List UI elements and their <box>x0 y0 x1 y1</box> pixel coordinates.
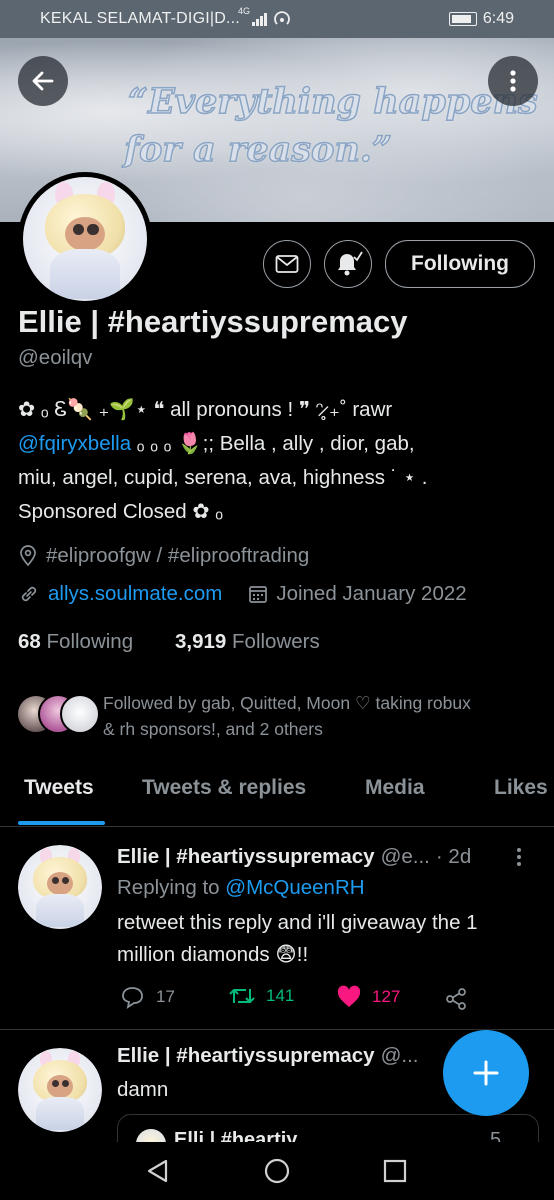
square-recents-icon <box>383 1159 407 1183</box>
link-icon <box>21 586 37 602</box>
back-button[interactable] <box>18 56 68 106</box>
banner-quote-line1: “Everything happens <box>127 80 538 123</box>
tweet-author-avatar[interactable] <box>18 1048 102 1132</box>
calendar-icon <box>249 586 268 603</box>
bio-line-1: ✿ ₒ Ꮛ🍡 ₊🌱⋆ ❝ all pronouns ! ❞ ᵔ̷̥̥̥ ₊˚ r… <box>18 398 393 421</box>
profile-avatar[interactable] <box>18 172 152 306</box>
battery-icon <box>448 12 477 26</box>
bio-line-2: @fqiryxbella ₒ ₒ ₒ 🌷;; Bella , ally , di… <box>18 432 415 455</box>
tweet-text: retweet this reply and i'll giveaway the… <box>117 911 478 966</box>
retweet-icon <box>229 989 255 1003</box>
tweet-time: · 2d <box>435 845 472 868</box>
status-right: 6:49 <box>448 10 514 28</box>
quoted-tweet[interactable]: Elli | #heartiy 5 <box>117 1114 539 1142</box>
envelope-icon <box>275 255 299 273</box>
carrier-text: KEKAL SELAMAT-DIGI|D... <box>40 10 240 27</box>
signal-icon <box>252 12 268 31</box>
tweet-author-avatar[interactable] <box>18 845 102 929</box>
nav-home-button[interactable] <box>264 1158 290 1189</box>
retweet-count: 141 <box>266 986 295 1005</box>
retweet-action[interactable]: 141 <box>228 985 294 1007</box>
avatar-image <box>23 177 147 301</box>
nav-back-button[interactable] <box>145 1158 171 1189</box>
status-bar: KEKAL SELAMAT-DIGI|D... 4G 6:49 <box>0 0 554 38</box>
profile-tabs: Tweets Tweets & replies Media Likes <box>0 766 554 827</box>
hotspot-icon <box>272 9 292 34</box>
tweet-header: Ellie | #heartiyssupremacy @... <box>117 1044 418 1068</box>
replying-to-link[interactable]: @McQueenRH <box>225 876 364 899</box>
followers-label: Followers <box>232 630 320 653</box>
profile-bio: ✿ ₒ Ꮛ🍡 ₊🌱⋆ ❝ all pronouns ! ❞ ᵔ̷̥̥̥ ₊˚ r… <box>18 393 538 529</box>
reply-count: 17 <box>156 987 175 1006</box>
following-count: 68 <box>18 630 41 653</box>
active-tab-indicator <box>18 821 105 825</box>
profile-handle: @eoilqv <box>18 346 93 369</box>
tweet-author-handle: @... <box>380 1044 419 1067</box>
notifications-button[interactable] <box>324 240 372 288</box>
bio-line-4: Sponsored Closed ✿ ₒ <box>18 500 223 523</box>
tab-tweets[interactable]: Tweets <box>24 776 94 800</box>
bio-mention-link[interactable]: @fqiryxbella <box>18 432 131 455</box>
tweet-item[interactable]: Ellie | #heartiyssupremacy @e... · 2d Re… <box>0 827 554 1029</box>
share-button[interactable] <box>444 987 468 1016</box>
followers-count: 3,919 <box>175 630 227 653</box>
followers-count-link[interactable]: 3,919 Followers <box>175 630 320 654</box>
like-count: 127 <box>372 987 401 1006</box>
share-icon <box>446 988 466 1010</box>
plus-icon <box>473 1060 499 1086</box>
bell-check-icon <box>338 251 363 276</box>
more-options-button[interactable] <box>488 56 538 106</box>
profile-location: #eliproofgw / #eliprooftrading <box>18 544 309 568</box>
website-link[interactable]: allys.soulmate.com <box>48 582 222 606</box>
tab-likes[interactable]: Likes <box>494 776 548 800</box>
compose-tweet-button[interactable] <box>443 1030 529 1116</box>
followed-by-avatars[interactable] <box>16 694 100 734</box>
follower-avatar <box>60 694 100 734</box>
tweet-more-button[interactable] <box>516 847 522 872</box>
joined-date: Joined January 2022 <box>276 582 467 605</box>
following-button[interactable]: Following <box>385 240 535 288</box>
clock: 6:49 <box>482 10 514 27</box>
following-count-link[interactable]: 68 Following <box>18 630 133 654</box>
tweet-author-name[interactable]: Ellie | #heartiyssupremacy <box>117 845 375 869</box>
tab-tweets-and-replies[interactable]: Tweets & replies <box>142 776 306 800</box>
location-pin-icon <box>20 545 36 567</box>
followed-by-text[interactable]: Followed by gab, Quitted, Moon ♡ taking … <box>103 690 543 742</box>
profile-display-name: Ellie | #heartiyssupremacy <box>18 304 408 339</box>
tweet-text: damn <box>117 1078 169 1101</box>
heart-filled-icon <box>337 985 361 1007</box>
message-button[interactable] <box>263 240 311 288</box>
banner-quote-line2: for a reason.” <box>123 128 393 171</box>
tweet-author-name[interactable]: Ellie | #heartiyssupremacy <box>117 1044 375 1068</box>
tweet-header: Ellie | #heartiyssupremacy @e... · 2d <box>117 845 471 869</box>
more-vertical-icon <box>517 848 521 866</box>
quoted-tweet-avatar <box>136 1129 166 1142</box>
system-navigation-bar <box>0 1142 554 1200</box>
triangle-back-icon <box>147 1159 168 1183</box>
tweet-author-handle: @e... <box>380 845 430 868</box>
tab-media[interactable]: Media <box>365 776 425 800</box>
quoted-tweet-name: Elli | #heartiy <box>174 1129 298 1142</box>
arrow-left-icon <box>32 71 54 91</box>
circle-home-icon <box>264 1158 290 1184</box>
quoted-tweet-time: 5 <box>490 1129 502 1142</box>
more-vertical-icon <box>510 70 516 92</box>
network-type: 4G <box>238 6 251 16</box>
bio-line-3: miu, angel, cupid, serena, ava, highness… <box>18 466 428 489</box>
reply-action[interactable]: 17 <box>120 985 175 1009</box>
profile-website-row: allys.soulmate.com Joined January 2022 <box>18 582 467 606</box>
comment-icon <box>122 987 143 1009</box>
like-action[interactable]: 127 <box>336 985 400 1009</box>
location-text: #eliproofgw / #eliprooftrading <box>46 544 310 567</box>
nav-recents-button[interactable] <box>383 1159 407 1188</box>
replying-to: Replying to @McQueenRH <box>117 876 365 899</box>
following-label: Following <box>46 630 134 653</box>
